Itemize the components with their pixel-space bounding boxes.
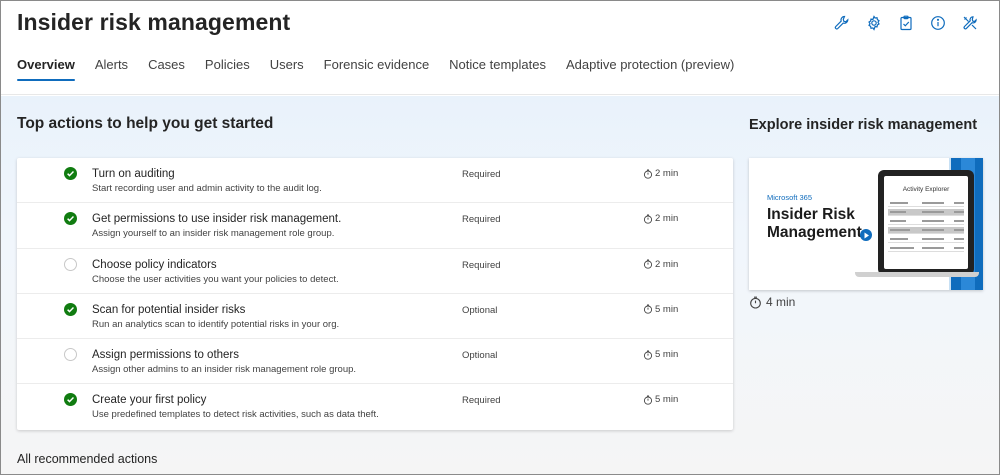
laptop-base — [855, 272, 979, 277]
screen-title: Activity Explorer — [902, 186, 950, 193]
video-brand: Microsoft 365 — [767, 193, 813, 202]
laptop-screen: Activity Explorer — [884, 176, 968, 269]
screen-row — [888, 245, 964, 252]
checkmark-circle-icon — [64, 393, 77, 407]
tab-cases[interactable]: Cases — [148, 55, 185, 78]
action-title: Choose policy indicators — [92, 258, 217, 271]
screen-row — [888, 200, 964, 207]
timer-icon — [643, 395, 653, 405]
action-title: Scan for potential insider risks — [92, 303, 246, 316]
action-requirement: Required — [462, 169, 501, 180]
action-description: Use predefined templates to detect risk … — [92, 409, 379, 421]
action-time-value: 2 min — [655, 168, 679, 179]
action-time-value: 2 min — [655, 213, 679, 225]
action-title: Turn on auditing — [92, 168, 175, 180]
action-time-value: 5 min — [655, 349, 679, 361]
explore-heading: Explore insider risk management — [749, 117, 978, 133]
action-description: Start recording user and admin activity … — [92, 183, 322, 194]
tab-bar: Overview Alerts Cases Policies Users For… — [17, 55, 754, 81]
action-row[interactable]: Assign permissions to others Assign othe… — [17, 339, 733, 385]
top-actions-list: Turn on auditing Start recording user an… — [17, 158, 733, 430]
action-time: 2 min — [643, 213, 678, 224]
action-description: Run an analytics scan to identify potent… — [92, 318, 340, 330]
timer-icon — [643, 350, 653, 360]
action-title: Assign permissions to others — [92, 349, 240, 362]
video-duration: 4 min — [749, 295, 795, 309]
action-row[interactable]: Choose policy indicators Choose the user… — [17, 249, 733, 294]
action-requirement: Optional — [462, 304, 498, 316]
tab-users[interactable]: Users — [270, 55, 304, 78]
action-title: Create your first policy — [92, 394, 207, 407]
action-row[interactable]: Scan for potential insider risks Run an … — [17, 294, 733, 340]
checkmark-circle-icon — [64, 302, 77, 316]
wrench-icon[interactable] — [833, 13, 851, 33]
screen-row — [888, 227, 964, 234]
action-requirement: Required — [462, 395, 501, 407]
gear-icon[interactable] — [865, 13, 883, 33]
timer-icon — [749, 296, 762, 309]
empty-circle-icon — [64, 257, 77, 271]
action-time: 5 min — [643, 349, 678, 360]
action-requirement: Required — [462, 259, 501, 271]
checkmark-circle-icon — [64, 167, 77, 180]
tab-forensic-evidence[interactable]: Forensic evidence — [324, 55, 430, 78]
timer-icon — [643, 214, 653, 224]
app-window: Insider risk management Overview Alerts … — [0, 0, 1000, 475]
tools-icon[interactable] — [961, 13, 979, 33]
action-time: 5 min — [643, 394, 678, 405]
action-description: Assign other admins to an insider risk m… — [92, 364, 357, 376]
action-title: Get permissions to use insider risk mana… — [92, 213, 342, 226]
all-recommended-actions-link[interactable]: All recommended actions — [17, 452, 157, 466]
tab-adaptive-protection[interactable]: Adaptive protection (preview) — [566, 55, 734, 78]
video-thumbnail[interactable]: Microsoft 365 Insider Risk Management Ac… — [749, 158, 983, 290]
timer-icon — [643, 169, 653, 179]
video-duration-value: 4 min — [766, 295, 796, 309]
action-row[interactable]: Turn on auditing Start recording user an… — [17, 158, 733, 204]
action-requirement: Required — [462, 214, 501, 226]
top-actions-heading: Top actions to help you get started — [17, 115, 274, 132]
action-time-value: 5 min — [655, 394, 679, 406]
action-time: 5 min — [643, 304, 678, 315]
action-time: 2 min — [643, 168, 678, 179]
empty-circle-icon — [64, 348, 77, 362]
page-header: Insider risk management Overview Alerts … — [1, 1, 999, 95]
screen-row — [888, 209, 964, 216]
action-time-value: 2 min — [655, 258, 679, 270]
tab-notice-templates[interactable]: Notice templates — [449, 55, 546, 78]
play-icon[interactable] — [860, 229, 872, 241]
screen-row — [888, 236, 964, 243]
tab-policies[interactable]: Policies — [205, 55, 250, 78]
action-row[interactable]: Create your first policy Use predefined … — [17, 384, 733, 429]
tab-overview[interactable]: Overview — [17, 55, 75, 81]
screen-row — [888, 218, 964, 225]
page-title: Insider risk management — [17, 9, 291, 35]
action-requirement: Optional — [462, 350, 498, 362]
laptop-illustration: Activity Explorer — [878, 170, 974, 275]
timer-icon — [643, 259, 653, 269]
action-description: Assign yourself to an insider risk manag… — [92, 228, 335, 240]
clipboard-icon[interactable] — [897, 13, 915, 33]
action-time-value: 5 min — [655, 303, 679, 315]
info-icon[interactable] — [929, 13, 947, 33]
action-description: Choose the user activities you want your… — [92, 273, 339, 285]
tab-alerts[interactable]: Alerts — [95, 55, 128, 78]
action-time: 2 min — [643, 259, 678, 270]
checkmark-circle-icon — [64, 212, 77, 226]
timer-icon — [643, 304, 653, 315]
header-toolbar — [833, 13, 979, 33]
action-row[interactable]: Get permissions to use insider risk mana… — [17, 203, 733, 249]
overview-content: Top actions to help you get started Turn… — [1, 96, 999, 474]
